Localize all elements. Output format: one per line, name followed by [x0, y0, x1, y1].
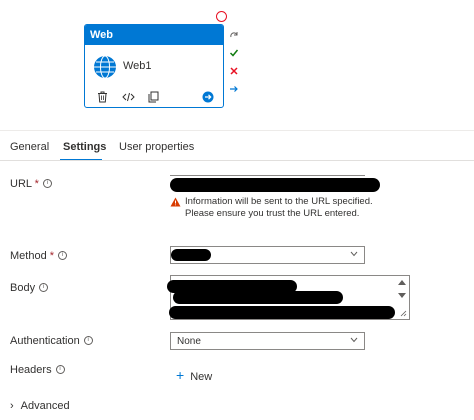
redo-icon[interactable] [229, 30, 239, 40]
close-icon[interactable] [229, 66, 239, 76]
activity-header: Web [85, 25, 223, 45]
info-icon: i [39, 283, 49, 292]
chevron-down-icon [350, 251, 358, 257]
required-marker: * [49, 250, 55, 262]
headers-label: Headers i [10, 364, 65, 376]
method-dropdown[interactable] [170, 246, 365, 264]
arrow-right-circle-icon[interactable] [202, 91, 214, 103]
chevron-right-icon: › [10, 400, 14, 412]
info-icon: i [83, 336, 93, 345]
delete-icon[interactable] [97, 91, 108, 103]
activity-name: Web1 [123, 60, 152, 72]
info-icon: i [55, 365, 65, 374]
tabs-border [0, 160, 474, 161]
redacted-text [170, 178, 380, 192]
scroll-down-icon[interactable] [398, 293, 406, 299]
code-icon[interactable] [122, 91, 135, 103]
warning-icon [170, 197, 181, 207]
info-icon: i [42, 179, 52, 188]
url-label: URL * i [10, 178, 52, 190]
redacted-text [169, 306, 395, 319]
arrow-right-icon[interactable] [229, 84, 239, 94]
info-icon: i [58, 251, 68, 260]
required-marker: * [34, 178, 39, 190]
tab-settings[interactable]: Settings [63, 141, 106, 153]
body-textarea[interactable] [167, 275, 410, 320]
plus-icon: + [176, 367, 185, 383]
globe-icon [94, 55, 116, 79]
tab-user-properties[interactable]: User properties [119, 141, 194, 153]
redacted-text [171, 249, 211, 261]
advanced-toggle[interactable]: › Advanced [10, 400, 70, 412]
check-icon[interactable] [229, 48, 239, 58]
tab-general[interactable]: General [10, 141, 49, 153]
status-circle-icon [216, 11, 227, 22]
url-warning-text: Information will be sent to the URL spec… [185, 196, 373, 219]
url-input[interactable] [170, 175, 380, 195]
authentication-dropdown[interactable]: None [170, 332, 365, 350]
authentication-value: None [177, 336, 201, 347]
method-label: Method * i [10, 250, 68, 262]
resize-handle-icon[interactable] [400, 310, 407, 317]
copy-icon[interactable] [148, 91, 159, 103]
chevron-down-icon [350, 337, 358, 343]
add-header-button[interactable]: + New [176, 367, 212, 383]
web-activity-card[interactable]: Web Web1 [84, 24, 224, 108]
body-label: Body i [10, 282, 49, 294]
authentication-label: Authentication i [10, 335, 93, 347]
scroll-up-icon[interactable] [398, 279, 406, 285]
redacted-text [173, 291, 343, 304]
section-divider [0, 130, 474, 131]
